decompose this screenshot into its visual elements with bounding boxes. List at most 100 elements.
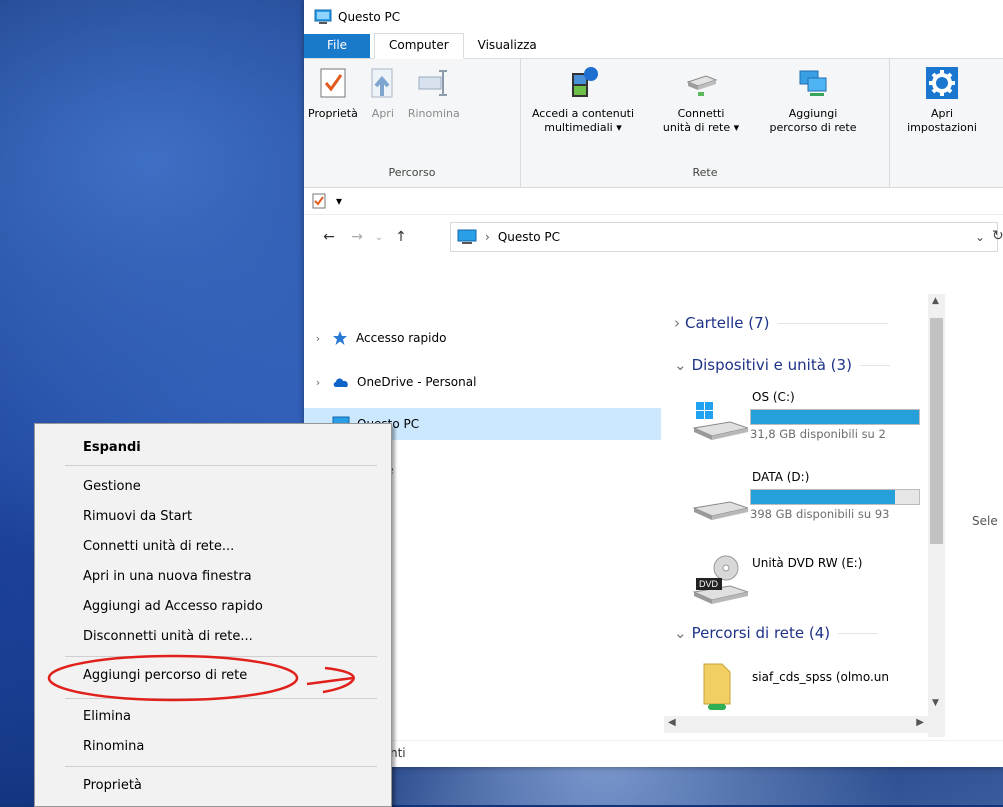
menu-item-rename[interactable]: Rinomina <box>83 739 144 754</box>
ribbon: Proprietà Apri Rinomina Percorso Accedi … <box>304 59 1003 188</box>
menu-item-add-network-location[interactable]: Aggiungi percorso di rete <box>83 668 247 683</box>
scroll-up-icon[interactable]: ▲ <box>932 296 939 306</box>
rename-button[interactable]: Rinomina <box>404 65 464 165</box>
add-network-location-label-line2: percorso di rete <box>769 121 857 134</box>
network-folder-icon <box>703 663 731 710</box>
properties-button[interactable]: Proprietà <box>304 65 362 165</box>
scroll-right-icon[interactable]: ▶ <box>916 717 924 728</box>
media-access-label-line1: Accedi a contenuti <box>531 107 635 120</box>
drive-name: DATA (D:) <box>752 470 810 484</box>
open-icon <box>371 68 393 98</box>
media-access-icon <box>572 67 598 97</box>
properties-label: Proprietà <box>308 107 358 120</box>
window-title: Questo PC <box>338 10 401 24</box>
breadcrumb-separator-icon: › <box>485 230 490 244</box>
this-pc-icon <box>314 9 332 24</box>
menu-item-map-network-drive[interactable]: Connetti unità di rete... <box>83 539 234 554</box>
group-label-rete: Rete <box>692 166 718 179</box>
tab-computer[interactable]: Computer <box>374 33 464 59</box>
open-label: Apri <box>371 107 394 120</box>
menu-item-delete[interactable]: Elimina <box>83 709 131 724</box>
nav-label: Accesso rapido <box>356 331 447 345</box>
section-devices[interactable]: ⌄ Dispositivi e unità (3) <box>674 356 890 374</box>
rename-icon <box>418 70 447 96</box>
map-network-drive-label-line2: unità di rete ▾ <box>662 121 740 134</box>
open-settings-button[interactable]: Apri impostazioni <box>890 65 994 165</box>
address-bar[interactable]: › Questo PC ⌄ <box>450 222 998 252</box>
vertical-scrollbar[interactable]: ▲ ▼ <box>928 294 945 737</box>
menu-item-properties[interactable]: Proprietà <box>83 778 142 793</box>
drive-free-space: 398 GB disponibili su 93 <box>750 507 890 521</box>
menu-separator <box>65 465 377 466</box>
map-network-drive-icon <box>686 75 718 96</box>
open-settings-label-line2: impostazioni <box>907 121 977 134</box>
rename-label: Rinomina <box>407 107 460 120</box>
menu-item-disconnect-network-drive[interactable]: Disconnetti unità di rete... <box>83 629 253 644</box>
star-icon <box>333 331 347 345</box>
back-arrow-icon[interactable]: ← <box>318 229 340 245</box>
address-this-pc-icon <box>457 229 477 244</box>
qat-customize-icon[interactable]: ▾ <box>336 194 342 208</box>
cloud-icon <box>333 378 348 387</box>
svg-text:DVD: DVD <box>699 579 719 589</box>
section-label: Cartelle (7) <box>685 314 770 332</box>
section-folders[interactable]: › Cartelle (7) <box>674 314 888 332</box>
add-network-location-label-line1: Aggiungi <box>788 107 838 120</box>
navigation-bar: ← → ⌄ ↑ › Questo PC ⌄ ↻ <box>304 215 1003 259</box>
scroll-down-icon[interactable]: ▼ <box>932 698 939 708</box>
network-location-name: siaf_cds_spss (olmo.un <box>752 670 890 684</box>
map-network-drive-button[interactable]: Connetti unità di rete ▾ <box>645 65 757 165</box>
items-pane: › Cartelle (7) ⌄ Dispositivi e unità (3)… <box>664 294 929 767</box>
title-bar: Questo PC <box>304 0 1003 34</box>
network-location-item[interactable]: siaf_cds_spss (olmo.un <box>692 660 929 720</box>
add-network-location-button[interactable]: Aggiungi percorso di rete <box>757 65 869 165</box>
menu-item-manage[interactable]: Gestione <box>83 479 141 494</box>
group-label-percorso: Percorso <box>388 166 436 179</box>
drive-name: OS (C:) <box>752 390 795 404</box>
forward-arrow-icon[interactable]: → <box>346 229 368 245</box>
add-network-location-icon <box>799 70 827 96</box>
media-access-button[interactable]: Accedi a contenuti multimediali ▾ <box>521 65 645 165</box>
menu-item-open-new-window[interactable]: Apri in una nuova finestra <box>83 569 252 584</box>
tab-file[interactable]: File <box>304 34 370 58</box>
drive-usage-fill <box>751 490 896 504</box>
address-path: Questo PC <box>497 230 560 244</box>
drive-e-dvd[interactable]: DVD Unità DVD RW (E:) <box>692 554 929 614</box>
menu-item-add-quick-access[interactable]: Aggiungi ad Accesso rapido <box>83 599 263 614</box>
context-menu: Espandi Gestione Rimuovi da Start Connet… <box>34 423 392 807</box>
drive-free-space: 31,8 GB disponibili su 2 <box>750 427 886 441</box>
details-pane-hint: Sele <box>972 514 998 528</box>
settings-gear-icon <box>926 67 958 99</box>
nav-item-onedrive[interactable]: › OneDrive - Personal <box>304 366 661 398</box>
up-arrow-icon[interactable]: ↑ <box>390 229 412 245</box>
drive-d[interactable]: DATA (D:) 398 GB disponibili su 93 <box>692 470 929 530</box>
recent-locations-chevron-icon[interactable]: ⌄ <box>368 232 390 243</box>
section-label: Percorsi di rete (4) <box>691 624 831 642</box>
drive-name: Unità DVD RW (E:) <box>752 556 863 570</box>
expand-chevron-icon[interactable]: › <box>304 332 332 345</box>
menu-item-expand[interactable]: Espandi <box>83 440 141 455</box>
ribbon-tabs: File Computer Visualizza <box>304 33 1003 59</box>
windows-drive-icon <box>692 402 748 440</box>
horizontal-scrollbar[interactable]: ◀ ▶ <box>664 716 928 733</box>
content-area: › Accesso rapido › OneDrive - Personal ›… <box>304 294 1003 767</box>
open-button[interactable]: Apri <box>362 65 404 165</box>
nav-item-quick-access[interactable]: › Accesso rapido <box>304 322 661 354</box>
menu-separator <box>65 766 377 767</box>
ribbon-group-system: Apri impostazioni <box>890 59 1000 187</box>
address-dropdown-icon[interactable]: ⌄ <box>975 230 985 244</box>
hard-drive-icon <box>692 501 748 520</box>
tab-visualizza[interactable]: Visualizza <box>464 34 551 58</box>
nav-label: OneDrive - Personal <box>357 375 477 389</box>
expanded-chevron-icon: ⌄ <box>674 624 687 642</box>
status-text: nti <box>390 746 406 760</box>
drive-c[interactable]: OS (C:) 31,8 GB disponibili su 2 <box>692 390 929 450</box>
refresh-icon[interactable]: ↻ <box>992 228 1003 244</box>
scrollbar-thumb[interactable] <box>930 318 943 544</box>
section-network-locations[interactable]: ⌄ Percorsi di rete (4) <box>674 624 879 642</box>
ribbon-group-rete: Accedi a contenuti multimediali ▾ Connet… <box>521 59 890 187</box>
scroll-left-icon[interactable]: ◀ <box>668 717 676 728</box>
expand-chevron-icon[interactable]: › <box>304 376 332 389</box>
menu-item-unpin-start[interactable]: Rimuovi da Start <box>83 509 192 524</box>
qat-properties-icon[interactable] <box>312 193 326 209</box>
